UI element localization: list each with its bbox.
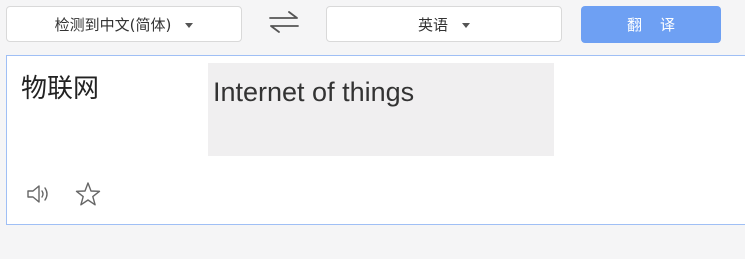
- speak-button[interactable]: [25, 180, 53, 208]
- speaker-icon: [27, 185, 48, 203]
- translation-text: Internet of things: [213, 77, 415, 107]
- target-language-label: 英语: [417, 15, 448, 34]
- swap-arrows-icon: [269, 11, 299, 33]
- source-text[interactable]: 物联网: [21, 68, 99, 105]
- favorite-button[interactable]: [74, 180, 102, 208]
- star-icon: [75, 182, 101, 206]
- chevron-down-icon: [185, 22, 194, 28]
- translate-button[interactable]: 翻译: [581, 6, 721, 43]
- source-language-label: 检测到中文(简体): [54, 15, 172, 34]
- translate-button-label: 翻译: [626, 16, 693, 34]
- target-language-select[interactable]: 英语: [326, 6, 562, 42]
- chevron-down-icon: [462, 22, 470, 28]
- translation-result: Internet of things: [208, 63, 554, 156]
- source-language-select[interactable]: 检测到中文(简体): [6, 6, 242, 42]
- swap-languages-button[interactable]: [266, 9, 302, 35]
- translation-panel: 物联网 Internet of things: [6, 55, 745, 225]
- translate-toolbar: 检测到中文(简体) 英语 翻译: [0, 0, 745, 54]
